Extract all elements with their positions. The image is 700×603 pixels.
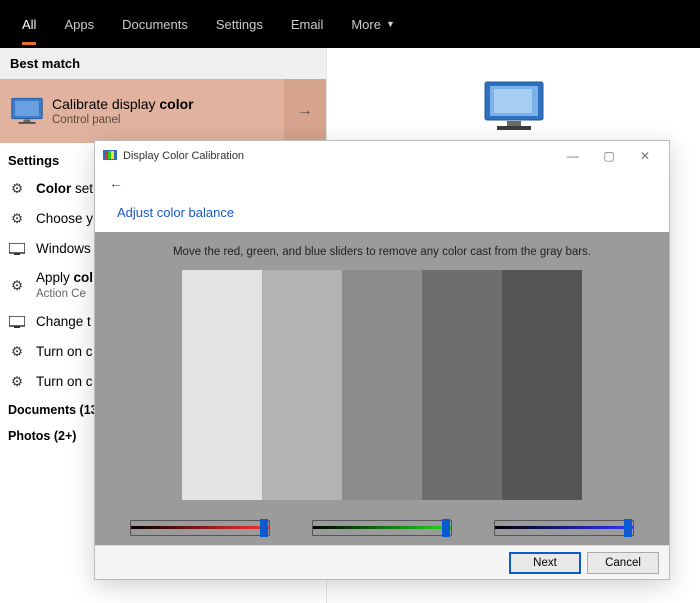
rgb-sliders [95, 517, 669, 539]
tab-label: Documents [122, 17, 188, 32]
gear-icon: ⚙ [8, 180, 26, 198]
monitor-icon [8, 92, 46, 130]
result-label: Turn on c [36, 374, 93, 391]
best-match-text: Calibrate display color Control panel [52, 96, 284, 126]
best-match-subtitle: Control panel [52, 114, 284, 126]
color-calibration-window: Display Color Calibration — ▢ ✕ ← Adjust… [94, 140, 670, 580]
monitor-large-icon [479, 78, 549, 134]
tab-more[interactable]: More ▼ [337, 0, 409, 48]
button-label: Cancel [605, 557, 641, 569]
dialog-footer: Next Cancel [95, 545, 669, 579]
result-label: Windows [36, 241, 91, 258]
slider-thumb[interactable] [624, 519, 632, 537]
gear-icon: ⚙ [8, 210, 26, 228]
best-match-title: Calibrate display color [52, 96, 284, 112]
gear-icon: ⚙ [8, 277, 26, 295]
gray-bar-5 [502, 270, 582, 500]
button-label: Next [533, 557, 557, 569]
monitor-icon [8, 240, 26, 258]
tab-settings[interactable]: Settings [202, 0, 277, 48]
maximize-icon: ▢ [603, 149, 614, 163]
tab-label: More [351, 17, 381, 32]
app-icon [103, 149, 117, 163]
cancel-button[interactable]: Cancel [587, 552, 659, 574]
tab-all[interactable]: All [8, 0, 50, 48]
result-label: Color set [36, 181, 93, 198]
minimize-icon: — [567, 149, 579, 163]
green-slider[interactable] [312, 517, 452, 539]
chevron-down-icon: ▼ [386, 19, 395, 29]
blue-slider[interactable] [494, 517, 634, 539]
window-title: Display Color Calibration [123, 150, 244, 162]
slider-thumb[interactable] [442, 519, 450, 537]
result-label: Turn on c [36, 344, 93, 361]
back-button[interactable]: ← [109, 175, 123, 191]
slider-thumb[interactable] [260, 519, 268, 537]
instruction-text: Move the red, green, and blue sliders to… [95, 246, 669, 258]
tab-apps[interactable]: Apps [50, 0, 108, 48]
gear-icon: ⚙ [8, 373, 26, 391]
gray-bar-2 [262, 270, 342, 500]
calibration-area: Move the red, green, and blue sliders to… [95, 232, 669, 545]
tab-label: Email [291, 17, 324, 32]
result-label: Change t [36, 314, 91, 331]
close-icon: ✕ [640, 149, 650, 163]
tab-label: Apps [64, 17, 94, 32]
arrow-left-icon: ← [109, 175, 123, 191]
tab-documents[interactable]: Documents [108, 0, 202, 48]
monitor-icon [8, 313, 26, 331]
step-heading: Adjust color balance [95, 201, 669, 232]
tab-label: Settings [216, 17, 263, 32]
arrow-right-icon: → [297, 102, 313, 120]
search-tab-bar: All Apps Documents Settings Email More ▼ [0, 0, 700, 48]
close-button[interactable]: ✕ [627, 143, 663, 169]
maximize-button[interactable]: ▢ [591, 143, 627, 169]
gray-bar-4 [422, 270, 502, 500]
gray-bar-3 [342, 270, 422, 500]
tab-label: All [22, 17, 36, 32]
minimize-button[interactable]: — [555, 143, 591, 169]
gear-icon: ⚙ [8, 343, 26, 361]
titlebar: Display Color Calibration — ▢ ✕ [95, 141, 669, 171]
result-label: Apply col Action Ce [36, 270, 93, 301]
tab-email[interactable]: Email [277, 0, 338, 48]
gray-bar-1 [182, 270, 262, 500]
best-match-header: Best match [0, 48, 326, 79]
gray-bars [95, 270, 669, 500]
next-button[interactable]: Next [509, 552, 581, 574]
best-match-item[interactable]: Calibrate display color Control panel → [0, 79, 326, 143]
result-label: Choose y [36, 211, 93, 228]
open-arrow-button[interactable]: → [284, 79, 326, 143]
red-slider[interactable] [130, 517, 270, 539]
